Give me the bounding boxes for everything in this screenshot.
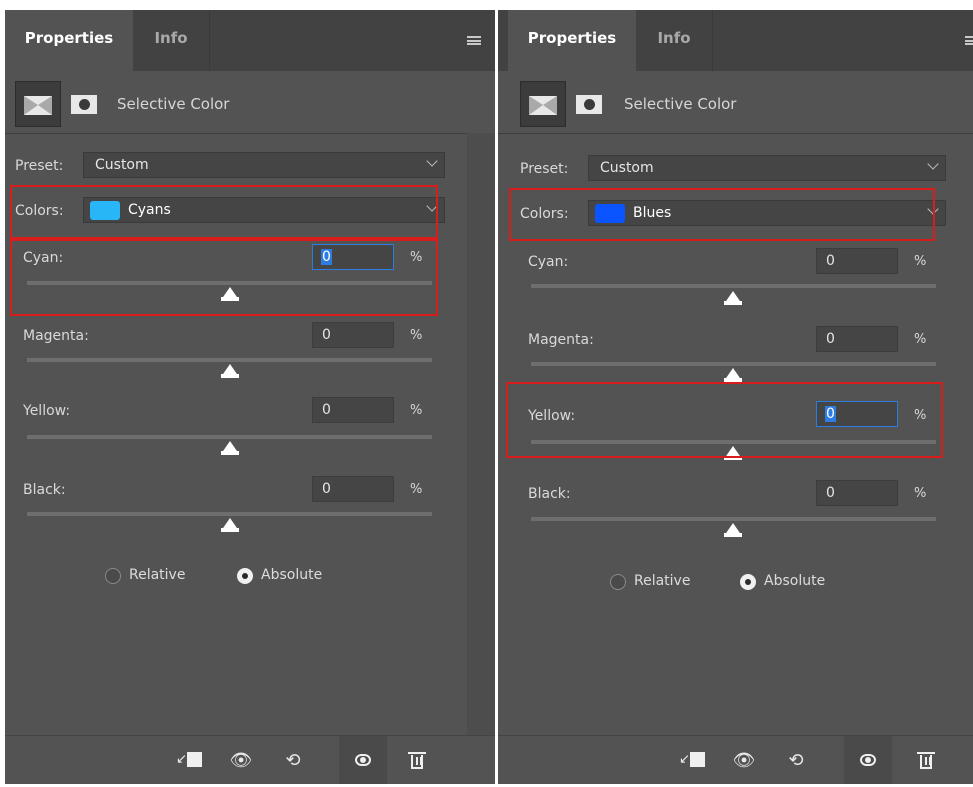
adjustment-layer-icon[interactable] bbox=[15, 81, 61, 127]
visibility-eye-icon bbox=[860, 754, 876, 766]
preset-dropdown[interactable]: Custom bbox=[83, 152, 445, 178]
visibility-eye-icon bbox=[355, 754, 371, 766]
relative-label: Relative bbox=[129, 567, 186, 583]
magenta-slider-thumb[interactable] bbox=[724, 368, 742, 382]
reset-button[interactable]: ⟲ bbox=[772, 736, 820, 784]
bottom-toolbar: ↙ 👁︎ ⟲ bbox=[498, 735, 973, 784]
yellow-value: 0 bbox=[322, 402, 331, 418]
preset-value: Custom bbox=[95, 157, 149, 173]
cyan-value: 0 bbox=[826, 253, 835, 269]
chevron-down-icon bbox=[426, 155, 438, 167]
properties-panel-left: Properties Info Selective Color Preset: … bbox=[5, 10, 495, 784]
view-previous-state-icon: 👁︎ bbox=[229, 749, 253, 771]
bottom-toolbar: ↙ 👁︎ ⟲ bbox=[5, 735, 495, 784]
clip-to-layer-button[interactable]: ↙ bbox=[165, 736, 213, 784]
absolute-label: Absolute bbox=[261, 567, 323, 583]
adjustment-title: Selective Color bbox=[624, 95, 737, 113]
highlight-yellow-row bbox=[506, 382, 943, 458]
tab-info[interactable]: Info bbox=[133, 10, 210, 71]
tab-info[interactable]: Info bbox=[636, 10, 713, 71]
magenta-label: Magenta: bbox=[23, 328, 89, 344]
black-value: 0 bbox=[826, 485, 835, 501]
black-slider-thumb[interactable] bbox=[221, 518, 239, 532]
magenta-input[interactable]: 0 bbox=[312, 322, 394, 348]
adjustment-header: Selective Color bbox=[498, 71, 973, 134]
tab-bar: Properties Info bbox=[5, 10, 495, 71]
relative-label: Relative bbox=[634, 573, 691, 589]
trash-icon bbox=[408, 751, 426, 769]
black-percent: % bbox=[410, 482, 423, 497]
black-value: 0 bbox=[322, 481, 331, 497]
absolute-label: Absolute bbox=[764, 573, 826, 589]
yellow-slider-track[interactable] bbox=[27, 435, 432, 439]
black-input[interactable]: 0 bbox=[312, 476, 394, 502]
tab-bar: Properties Info bbox=[498, 10, 973, 71]
preset-dropdown[interactable]: Custom bbox=[588, 155, 946, 181]
trash-icon bbox=[917, 751, 935, 769]
yellow-label: Yellow: bbox=[23, 403, 71, 419]
black-slider-track[interactable] bbox=[27, 512, 432, 516]
cyan-label: Cyan: bbox=[528, 254, 569, 270]
preset-value: Custom bbox=[600, 160, 654, 176]
magenta-slider-track[interactable] bbox=[531, 362, 936, 366]
clip-to-layer-icon: ↙ bbox=[679, 751, 705, 769]
magenta-input[interactable]: 0 bbox=[816, 326, 898, 352]
delete-button[interactable] bbox=[902, 736, 950, 784]
view-previous-state-icon: 👁︎ bbox=[732, 749, 756, 771]
tab-properties[interactable]: Properties bbox=[5, 10, 133, 71]
panel-menu-icon[interactable] bbox=[467, 36, 481, 45]
reset-button[interactable]: ⟲ bbox=[269, 736, 317, 784]
cyan-slider-track[interactable] bbox=[531, 284, 936, 288]
screenshot-stage: Properties Info Selective Color Preset: … bbox=[0, 0, 973, 787]
highlight-colors-row bbox=[10, 185, 438, 239]
relative-radio[interactable] bbox=[105, 568, 121, 584]
absolute-radio[interactable] bbox=[237, 568, 253, 584]
chevron-down-icon bbox=[927, 158, 939, 170]
magenta-value: 0 bbox=[322, 327, 331, 343]
magenta-value: 0 bbox=[826, 331, 835, 347]
adjustment-header: Selective Color bbox=[5, 71, 495, 134]
view-previous-button[interactable]: 👁︎ bbox=[217, 736, 265, 784]
clip-to-layer-icon: ↙ bbox=[176, 751, 202, 769]
tab-properties[interactable]: Properties bbox=[508, 10, 636, 71]
cyan-slider-thumb[interactable] bbox=[724, 291, 742, 305]
magenta-slider-thumb[interactable] bbox=[221, 364, 239, 378]
adjustment-layer-icon[interactable] bbox=[520, 81, 566, 127]
cyan-input[interactable]: 0 bbox=[816, 248, 898, 274]
magenta-label: Magenta: bbox=[528, 332, 594, 348]
relative-radio[interactable] bbox=[610, 574, 626, 590]
reset-icon: ⟲ bbox=[285, 749, 301, 771]
black-slider-thumb[interactable] bbox=[724, 523, 742, 537]
black-percent: % bbox=[914, 486, 927, 501]
absolute-radio[interactable] bbox=[740, 574, 756, 590]
scrollbar-track[interactable] bbox=[467, 133, 495, 736]
view-previous-button[interactable]: 👁︎ bbox=[720, 736, 768, 784]
magenta-slider-track[interactable] bbox=[27, 358, 432, 362]
preset-label: Preset: bbox=[520, 161, 569, 177]
panel-menu-icon[interactable] bbox=[965, 36, 973, 45]
magenta-percent: % bbox=[914, 332, 927, 347]
yellow-input[interactable]: 0 bbox=[312, 397, 394, 423]
yellow-slider-thumb[interactable] bbox=[221, 441, 239, 455]
black-label: Black: bbox=[528, 486, 571, 502]
yellow-percent: % bbox=[410, 403, 423, 418]
delete-button[interactable] bbox=[393, 736, 441, 784]
magenta-percent: % bbox=[410, 328, 423, 343]
visibility-toggle-button[interactable] bbox=[844, 736, 892, 784]
black-input[interactable]: 0 bbox=[816, 480, 898, 506]
preset-label: Preset: bbox=[15, 158, 64, 174]
highlight-cyan-row bbox=[10, 239, 438, 316]
cyan-percent: % bbox=[914, 254, 927, 269]
black-label: Black: bbox=[23, 482, 66, 498]
black-slider-track[interactable] bbox=[531, 517, 936, 521]
mask-icon[interactable] bbox=[71, 95, 97, 114]
clip-to-layer-button[interactable]: ↙ bbox=[668, 736, 716, 784]
highlight-colors-row bbox=[509, 188, 935, 241]
adjustment-title: Selective Color bbox=[117, 95, 230, 113]
mask-icon[interactable] bbox=[576, 95, 602, 114]
properties-panel-right: Properties Info Selective Color Preset: … bbox=[498, 10, 973, 784]
visibility-toggle-button[interactable] bbox=[339, 736, 387, 784]
reset-icon: ⟲ bbox=[788, 749, 804, 771]
